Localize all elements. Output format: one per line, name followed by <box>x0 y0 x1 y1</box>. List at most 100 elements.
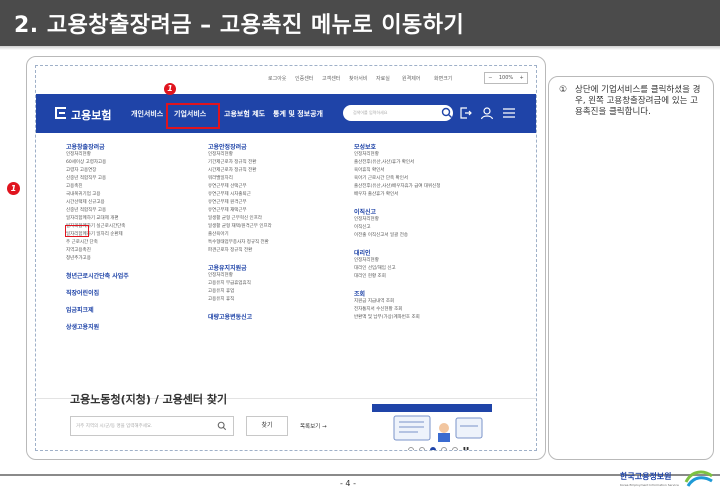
office-search-input[interactable]: 거주 지역의 시/군/동 명을 입력해주세요. <box>70 416 234 436</box>
menu-section-title[interactable]: 고용유지지원금 <box>208 263 272 272</box>
menu-link[interactable]: 유연근무제 원격근무 <box>208 199 272 207</box>
menu-link[interactable]: 워라밸일자리 <box>208 175 272 183</box>
zoom-control[interactable]: − 100% + <box>484 72 528 84</box>
title-divider <box>0 46 720 50</box>
carousel-dot-active[interactable] <box>430 447 436 450</box>
menu-link[interactable]: 유연근무제 시차출퇴근 <box>208 191 272 199</box>
menu-link[interactable]: 국내복귀기업 고용 <box>66 191 129 199</box>
footer-divider <box>0 474 720 476</box>
util-cert-link[interactable]: 인증센터 <box>295 75 313 82</box>
carousel-dot[interactable] <box>441 447 447 450</box>
menu-link[interactable]: 주 근로시간 단축 <box>66 239 129 247</box>
brand-subtitle: Korea Employment Information Service <box>620 483 679 487</box>
menu-link[interactable]: 일생활 균형 재택/원격근무 인프라 <box>208 223 272 231</box>
nav-personal-service[interactable]: 개인서비스 <box>131 109 163 119</box>
menu-section-title[interactable]: 대리인 <box>354 248 440 257</box>
util-remote-link[interactable]: 원격제어 <box>402 75 420 82</box>
menu-section-title[interactable]: 고용창출장려금 <box>66 142 129 151</box>
menu-link[interactable]: 전자통지서 수신현황 조회 <box>354 306 440 314</box>
menu-link[interactable]: 출산전후(유산,사산)배우자휴가 급여 대위신청 <box>354 183 440 191</box>
menu-link[interactable]: 인정처리현황 <box>208 272 272 280</box>
menu-section-title[interactable]: 상생고용지원 <box>66 322 129 331</box>
menu-link[interactable]: 대리인 선임/해임 신고 <box>354 265 440 273</box>
menu-link[interactable]: 인정처리현황 <box>354 151 440 159</box>
menu-link[interactable]: 특수형태업무종사자 정규직 전환 <box>208 239 272 247</box>
menu-link[interactable]: 인정처리현황 <box>66 151 129 159</box>
menu-link[interactable]: 육아기 근로시간 단축 확인서 <box>354 175 440 183</box>
menu-link[interactable]: 출산육아기 <box>208 231 272 239</box>
util-data-link[interactable]: 자료실 <box>376 75 390 82</box>
menu-link[interactable]: 파견근로자 정규직 전환 <box>208 247 272 255</box>
search-icon[interactable] <box>217 421 227 431</box>
menu-link[interactable]: 일생활 균형 근무혁신 인프라 <box>208 215 272 223</box>
menu-link[interactable]: 고용유지 휴업 <box>208 288 272 296</box>
menu-link[interactable]: 시간선택제 신규고용 <box>66 199 129 207</box>
menu-link[interactable]: 지역고용촉진 <box>66 247 129 255</box>
menu-link[interactable]: 유연근무제 선택근무 <box>208 183 272 191</box>
menu-section-title[interactable]: 대량고용변동신고 <box>208 312 272 321</box>
menu-link[interactable]: 60세이상 고령자고용 <box>66 159 129 167</box>
menu-link[interactable]: 기간제근로자 정규직 전환 <box>208 159 272 167</box>
menu-link[interactable]: 인정처리현황 <box>354 257 440 265</box>
menu-link[interactable]: 고용유지 휴직 <box>208 296 272 304</box>
menu-link[interactable]: 육아휴직 확인서 <box>354 167 440 175</box>
menu-section-title[interactable]: 조회 <box>354 289 440 298</box>
menu-icon[interactable] <box>502 106 516 120</box>
menu-section-title[interactable]: 청년근로시간단축 사업주 <box>66 271 129 280</box>
brand-logo-icon <box>684 470 713 487</box>
menu-column-3: 모성보호 인정처리현황 출산전후(유산,사산)휴가 확인서 육아휴직 확인서 육… <box>354 142 440 322</box>
search-icon[interactable] <box>441 107 453 119</box>
menu-column-2: 고용안정장려금 인정처리현황 기간제근로자 정규직 전환 시간제근로자 정규직 … <box>208 142 272 321</box>
util-logout-link[interactable]: 로그아웃 <box>268 75 286 82</box>
menu-section-title[interactable]: 임금피크제 <box>66 305 129 314</box>
site-logo[interactable]: 고용보험 <box>71 107 111 123</box>
header-search-input[interactable]: 검색어를 입력하세요 <box>343 105 453 121</box>
menu-link[interactable]: 청년추가고용 <box>66 255 129 263</box>
instruction-panel: ① 상단에 기업서비스를 클릭하셨을 경우, 왼쪽 고용창출장려금에 있는 고용… <box>548 76 714 460</box>
menu-link[interactable]: 시간제근로자 정규직 전환 <box>208 167 272 175</box>
menu-link[interactable]: 반환액 및 납부(가상)계좌번호 조회 <box>354 314 440 322</box>
menu-link[interactable]: 대리인 현황 조회 <box>354 273 440 281</box>
logout-icon[interactable] <box>459 106 473 120</box>
carousel-dot[interactable] <box>419 447 425 450</box>
util-find-link[interactable]: 찾아서비 <box>349 75 367 82</box>
user-icon[interactable] <box>480 106 494 120</box>
menu-link-employment-promotion[interactable]: 고용촉진 <box>66 183 129 191</box>
promo-banner-image[interactable] <box>372 404 492 444</box>
carousel-dot[interactable] <box>408 447 414 450</box>
office-search-title: 고용노동청(지청) / 고용센터 찾기 <box>70 393 228 406</box>
menu-section-title[interactable]: 이직신고 <box>354 207 440 216</box>
menu-link[interactable]: 유연근무제 재택근무 <box>208 207 272 215</box>
menu-link[interactable]: 인정처리현황 <box>208 151 272 159</box>
menu-link[interactable]: 인정처리현황 <box>354 216 440 224</box>
office-search-section: 고용노동청(지청) / 고용센터 찾기 거주 지역의 시/군/동 명을 입력해주… <box>36 393 536 451</box>
screenshot-frame: 로그아웃 인증센터 고객센터 찾아서비 자료실 원격제어 화면크기 − 100%… <box>26 56 546 460</box>
util-support-link[interactable]: 고객센터 <box>322 75 340 82</box>
zoom-out-button[interactable]: − <box>488 75 492 81</box>
menu-link[interactable]: 고용유지 무급휴업휴직 <box>208 280 272 288</box>
office-search-button[interactable]: 찾기 <box>246 416 288 436</box>
instruction-number: ① <box>559 85 568 95</box>
menu-link[interactable]: 일자리함께하기 교대제 개편 <box>66 215 129 223</box>
nav-ei-system[interactable]: 고용보험 제도 <box>224 109 265 119</box>
header-search-placeholder: 검색어를 입력하세요 <box>353 110 388 115</box>
menu-link[interactable]: 배우자 출산휴가 확인서 <box>354 191 440 199</box>
menu-section-title[interactable]: 모성보호 <box>354 142 440 151</box>
menu-link[interactable]: 신중년 적합직무 고용 <box>66 175 129 183</box>
menu-link[interactable]: 이전출 이직신고서 일괄 전송 <box>354 232 440 240</box>
menu-link[interactable]: 고령자 고용연장 <box>66 167 129 175</box>
office-list-link[interactable]: 목록보기 → <box>300 422 327 430</box>
util-screensize-link[interactable]: 화면크기 <box>434 75 452 82</box>
carousel-dot[interactable] <box>452 447 458 450</box>
page-number: - 4 - <box>340 479 356 488</box>
nav-statistics[interactable]: 통계 및 정보공개 <box>273 109 323 119</box>
menu-section-title[interactable]: 고용안정장려금 <box>208 142 272 151</box>
brand-name: 한국고용정보원 <box>620 472 672 481</box>
menu-link[interactable]: 신중년 적합직무 고용 <box>66 207 129 215</box>
menu-link[interactable]: 지원금 지급내역 조회 <box>354 298 440 306</box>
menu-link[interactable]: 이직신고 <box>354 224 440 232</box>
pause-icon[interactable] <box>463 447 469 451</box>
zoom-in-button[interactable]: + <box>520 75 524 81</box>
menu-section-title[interactable]: 직장어린이집 <box>66 288 129 297</box>
menu-link[interactable]: 출산전후(유산,사산)휴가 확인서 <box>354 159 440 167</box>
